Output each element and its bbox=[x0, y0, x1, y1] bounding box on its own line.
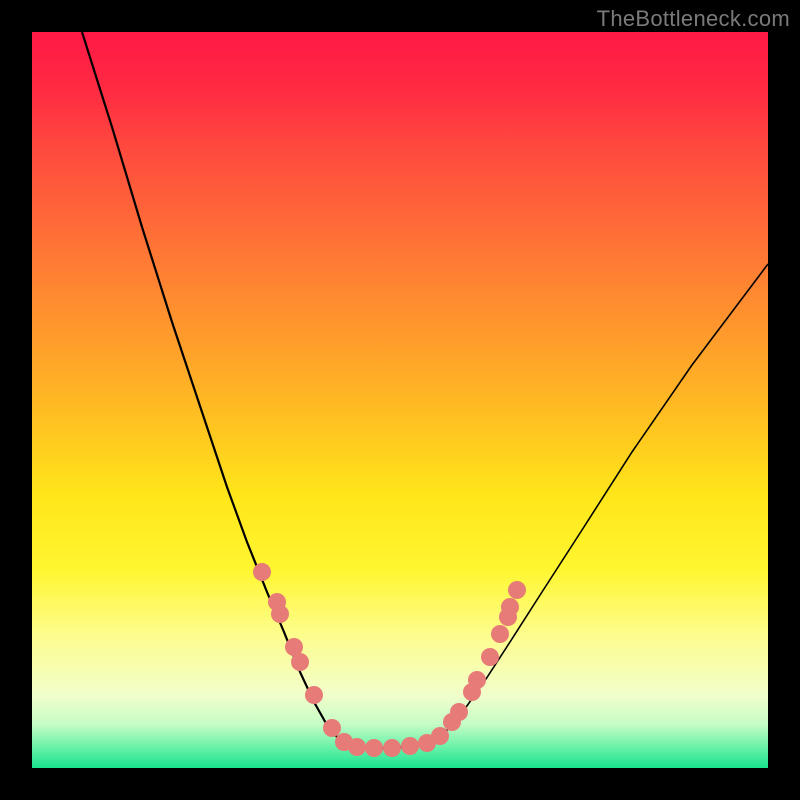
highlight-dot bbox=[271, 605, 289, 623]
highlight-dot bbox=[305, 686, 323, 704]
chart-frame: TheBottleneck.com bbox=[0, 0, 800, 800]
watermark-text: TheBottleneck.com bbox=[597, 6, 790, 32]
highlight-dot bbox=[383, 739, 401, 757]
highlight-dot bbox=[401, 737, 419, 755]
highlight-dot bbox=[323, 719, 341, 737]
highlight-dot bbox=[491, 625, 509, 643]
highlight-dot bbox=[501, 598, 519, 616]
highlight-dot bbox=[468, 671, 486, 689]
highlight-dots bbox=[253, 563, 526, 757]
plot-area bbox=[32, 32, 768, 768]
chart-svg bbox=[32, 32, 768, 768]
highlight-dot bbox=[365, 739, 383, 757]
highlight-dot bbox=[431, 727, 449, 745]
highlight-dot bbox=[508, 581, 526, 599]
highlight-dot bbox=[450, 703, 468, 721]
curve-right-branch bbox=[432, 264, 768, 742]
highlight-dot bbox=[481, 648, 499, 666]
highlight-dot bbox=[348, 738, 366, 756]
curve-left-branch bbox=[82, 32, 350, 744]
highlight-dot bbox=[253, 563, 271, 581]
highlight-dot bbox=[291, 653, 309, 671]
